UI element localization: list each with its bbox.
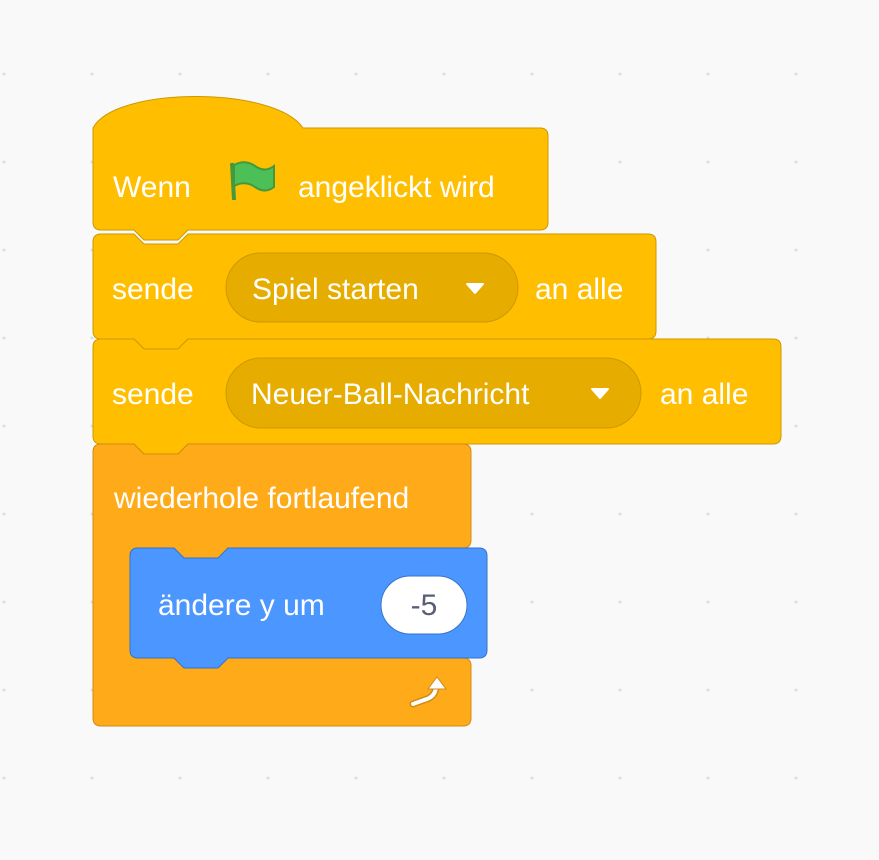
forever-label: wiederhole fortlaufend — [113, 482, 409, 515]
broadcast-2-message: Neuer-Ball-Nachricht — [251, 378, 530, 411]
broadcast-1-message: Spiel starten — [252, 273, 419, 306]
broadcast-block-1[interactable]: sende Spiel starten an alle — [92, 233, 657, 350]
broadcast-2-suffix: an alle — [660, 378, 748, 411]
hat-label-after: angeklickt wird — [298, 171, 495, 204]
broadcast-1-message-dropdown[interactable]: Spiel starten — [225, 252, 519, 323]
y-change-value: -5 — [411, 589, 438, 622]
when-flag-clicked-block[interactable]: Wenn angeklickt wird — [92, 96, 549, 241]
broadcast-2-label: sende — [112, 378, 194, 411]
broadcast-block-2[interactable]: sende Neuer-Ball-Nachricht an alle — [92, 338, 782, 455]
broadcast-1-suffix: an alle — [535, 273, 623, 306]
change-y-label: ändere y um — [158, 589, 325, 622]
script-stack: Wenn angeklickt wird sende Spiel starten… — [92, 96, 782, 727]
broadcast-2-message-dropdown[interactable]: Neuer-Ball-Nachricht — [225, 357, 642, 429]
change-y-by-block[interactable]: ändere y um -5 — [129, 547, 488, 669]
y-change-value-input[interactable]: -5 — [380, 575, 468, 635]
scripts-workspace[interactable]: Wenn angeklickt wird sende Spiel starten… — [0, 0, 879, 860]
hat-label-before: Wenn — [113, 171, 191, 204]
broadcast-1-label: sende — [112, 273, 194, 306]
